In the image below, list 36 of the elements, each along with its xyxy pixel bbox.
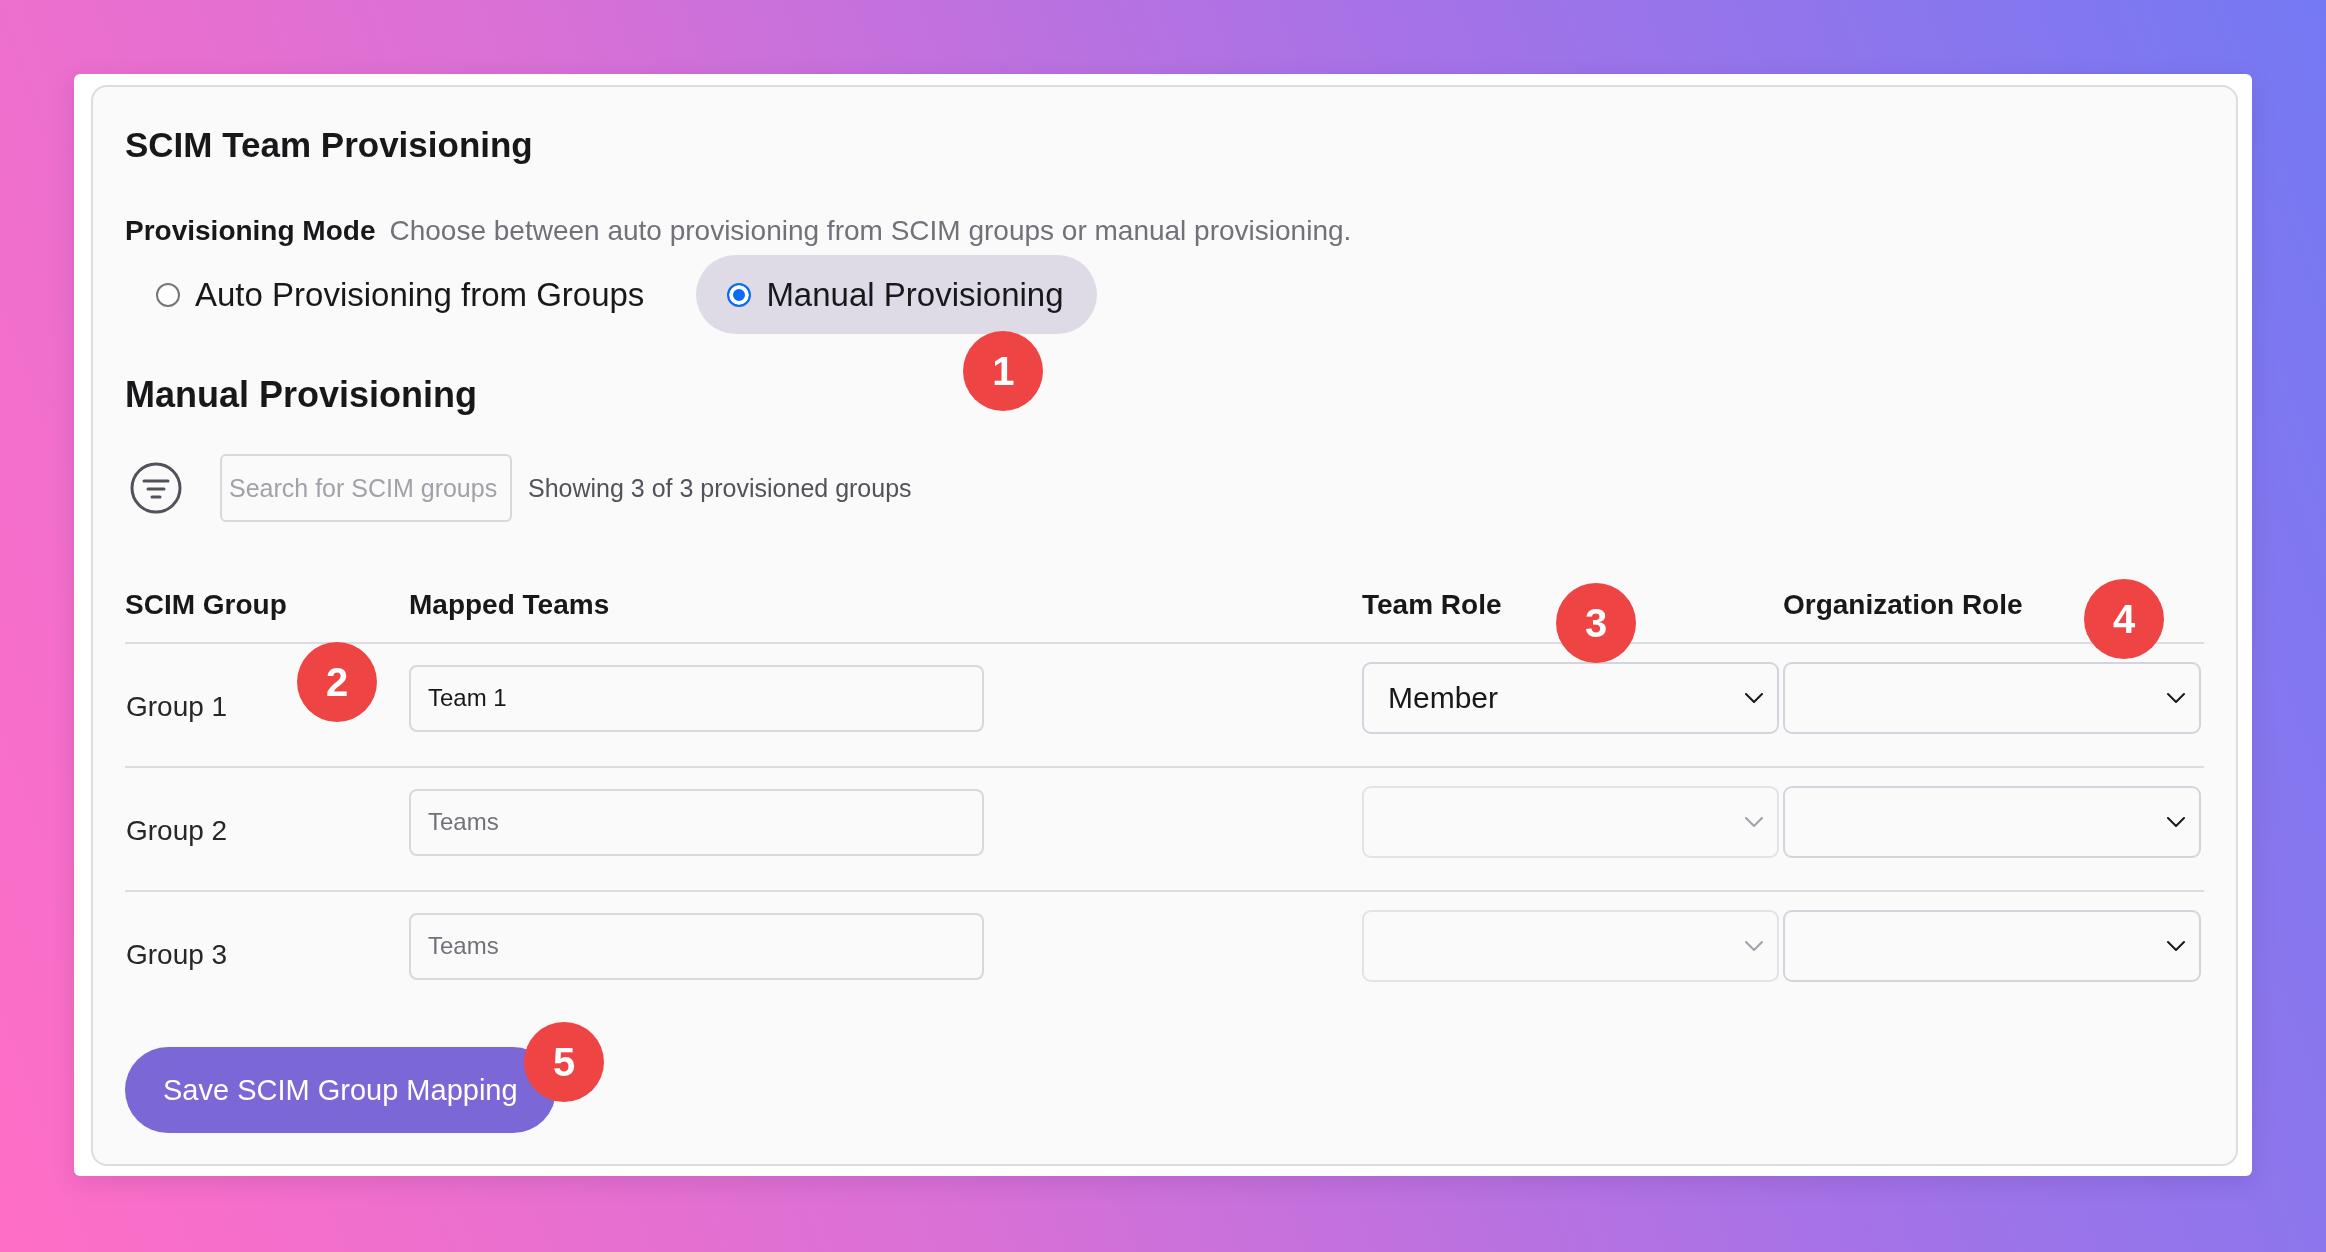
radio-button[interactable]: [727, 282, 752, 307]
role-select[interactable]: [1783, 662, 2201, 734]
radio-option[interactable]: Auto Provisioning from Groups: [125, 255, 678, 334]
section-heading: Manual Provisioning: [125, 373, 478, 417]
teams-input[interactable]: Teams: [409, 788, 984, 856]
role-select[interactable]: [1783, 786, 2201, 858]
field-label: Provisioning Mode: [125, 214, 376, 248]
step-badge: 5: [524, 1022, 604, 1102]
chevron-down-icon: [1745, 693, 1763, 703]
group-name: Group 1: [125, 691, 228, 723]
radio-option[interactable]: Manual Provisioning: [696, 255, 1097, 334]
result-count: Showing 3 of 3 provisioned groups: [528, 473, 912, 503]
step-badge: 3: [1556, 583, 1636, 663]
radio-button[interactable]: [156, 282, 180, 307]
chevron-down-icon: [2167, 817, 2185, 827]
column-header: Team Role: [1362, 588, 1502, 622]
step-badge: 1: [963, 331, 1044, 411]
search-field[interactable]: Search for SCIM groups: [220, 454, 512, 522]
step-badge: 4: [2084, 579, 2164, 659]
group-name: Group 2: [125, 815, 228, 847]
column-header: SCIM Group: [125, 588, 287, 622]
teams-input[interactable]: Teams: [409, 912, 984, 980]
role-select[interactable]: Member: [1362, 662, 1779, 734]
chevron-down-icon: [2167, 941, 2185, 951]
teams-input[interactable]: Team 1: [409, 664, 984, 732]
group-name: Group 3: [125, 939, 228, 971]
role-select[interactable]: [1783, 910, 2201, 982]
filter-icon[interactable]: [130, 462, 182, 514]
chevron-down-icon: [2167, 693, 2185, 703]
step-badge: 2: [297, 642, 377, 722]
panel-title: SCIM Team Provisioning: [125, 124, 533, 166]
column-header: Organization Role: [1783, 588, 2023, 622]
column-header: Mapped Teams: [409, 588, 610, 622]
chevron-down-icon: [1745, 817, 1763, 827]
field-description: Choose between auto provisioning from SCIM groups or manual provisioning.: [389, 214, 1352, 248]
chevron-down-icon: [1745, 941, 1763, 951]
